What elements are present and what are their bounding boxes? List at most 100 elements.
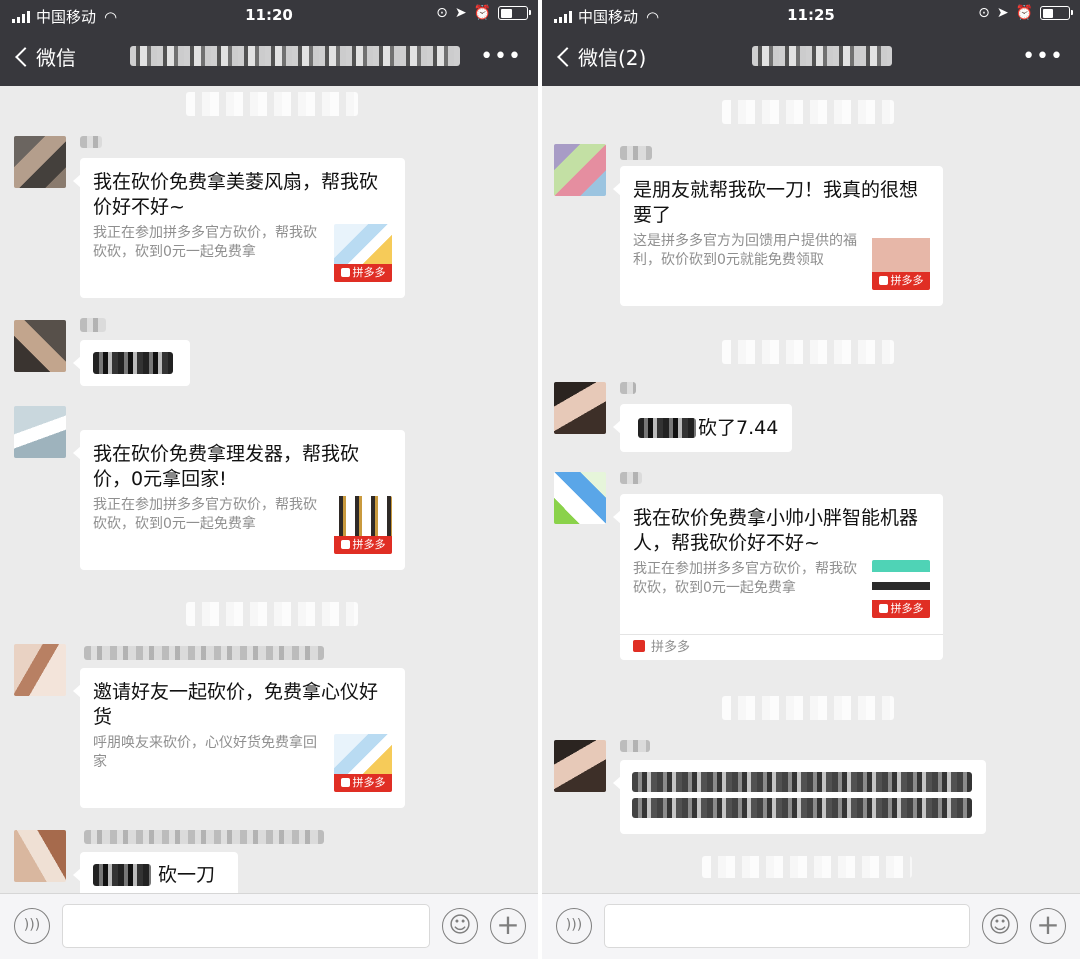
message-input[interactable] [62,904,430,948]
text-message[interactable]: 砍了7.44 [613,404,792,452]
text-message[interactable]: 砍一刀 [73,852,238,898]
back-button[interactable]: 微信 [10,42,76,71]
input-bar: ))) ☺ + [0,893,538,959]
robot-image [872,560,930,600]
message-text: 砍一刀 [158,864,216,886]
chat-title-redacted [130,46,460,66]
share-card[interactable]: 我在砍价免费拿美菱风扇，帮我砍价好不好~ 我正在参加拼多多官方砍价，帮我砍砍砍，… [73,158,405,298]
avatar[interactable] [554,472,606,524]
nav-bar: 微信(2) ••• [542,32,1080,82]
message-text-redacted [93,352,173,374]
hair-clipper-image [334,496,392,536]
card-desc: 呼朋唤友来砍价，心仪好货免费拿回家 [93,735,317,770]
pdd-logo-icon [340,778,350,787]
text-message[interactable] [73,340,190,386]
plus-icon[interactable]: + [490,908,526,944]
emoji-icon[interactable]: ☺ [982,908,1018,944]
card-desc: 这是拼多多官方为回馈用户提供的福利，砍价砍到0元就能免费领取 [633,233,857,268]
card-desc: 我正在参加拼多多官方砍价，帮我砍砍砍，砍到0元一起免费拿 [633,561,857,596]
location-icon: ➤ [454,5,467,21]
share-card[interactable]: 我在砍价免费拿小帅小胖智能机器人，帮我砍价好不好~ 我正在参加拼多多官方砍价，帮… [613,494,943,660]
product-thumbnail: 拼多多 [334,734,392,792]
product-thumbnail: 拼多多 [334,496,392,554]
top-bar: 中国移动 ◠ 11:20 ⊙ ➤ ⏰ 微信 ••• [0,0,538,86]
voice-icon[interactable]: ))) [14,908,50,944]
sender-name-redacted [620,146,652,160]
more-dots-icon[interactable]: ••• [1022,44,1064,69]
pdd-logo-icon [878,604,888,613]
back-label: 微信(2) [578,46,647,70]
avatar[interactable] [14,320,66,372]
voice-icon[interactable]: ))) [556,908,592,944]
avatar[interactable] [14,644,66,696]
pdd-badge: 拼多多 [334,264,392,282]
chat-screen-left: 中国移动 ◠ 11:20 ⊙ ➤ ⏰ 微信 ••• 我在砍价免费拿美菱风扇，帮我… [0,0,538,959]
message-text-redacted [93,864,151,886]
timestamp-redacted [722,100,894,124]
chat-title-redacted [752,46,892,66]
sender-name-redacted [620,740,650,752]
timestamp-redacted [702,856,912,878]
chevron-left-icon [15,46,35,67]
fan-image [334,734,392,774]
emoji-icon[interactable]: ☺ [442,908,478,944]
back-label: 微信 [36,46,76,70]
battery-icon [1040,6,1073,20]
sender-name-redacted [84,830,324,844]
card-title: 邀请好友一起砍价，免费拿心仪好货 [93,681,379,728]
avatar[interactable] [14,136,66,188]
orientation-lock-icon: ⊙ [978,5,990,21]
avatar[interactable] [554,740,606,792]
message-text-redacted [638,418,696,438]
sender-name-redacted [84,646,324,660]
share-card[interactable]: 我在砍价免费拿理发器，帮我砍价，0元拿回家! 我正在参加拼多多官方砍价，帮我砍砍… [73,430,405,570]
pdd-logo-icon [878,276,888,285]
avatar[interactable] [554,144,606,196]
message-text-redacted [632,772,972,792]
orientation-lock-icon: ⊙ [436,5,448,21]
alarm-icon: ⏰ [473,5,491,21]
timestamp-redacted [722,696,894,720]
message-text-redacted [632,798,972,818]
avatar[interactable] [14,830,66,882]
sender-name-redacted [620,382,636,394]
alarm-icon: ⏰ [1015,5,1033,21]
chevron-left-icon [557,46,577,67]
sender-name-redacted [620,472,642,484]
share-card[interactable]: 邀请好友一起砍价，免费拿心仪好货 呼朋唤友来砍价，心仪好货免费拿回家 拼多多 [73,668,405,808]
battery-icon [498,6,531,20]
status-bar: 中国移动 ◠ 11:25 ⊙ ➤ ⏰ [542,0,1080,30]
card-desc: 我正在参加拼多多官方砍价，帮我砍砍砍，砍到0元一起免费拿 [93,225,317,260]
card-title: 我在砍价免费拿理发器，帮我砍价，0元拿回家! [93,443,360,490]
message-input[interactable] [604,904,970,948]
product-thumbnail: 拼多多 [872,560,930,618]
pdd-logo-icon [340,540,350,549]
pdd-badge: 拼多多 [334,536,392,554]
location-icon: ➤ [996,5,1009,21]
pdd-logo-icon [340,268,350,277]
card-title: 我在砍价免费拿美菱风扇，帮我砍价好不好~ [93,171,379,218]
card-title: 我在砍价免费拿小帅小胖智能机器人，帮我砍价好不好~ [633,507,919,554]
pdd-badge: 拼多多 [334,774,392,792]
avatar[interactable] [554,382,606,434]
product-thumbnail: 拼多多 [334,224,392,282]
back-button[interactable]: 微信(2) [552,42,646,71]
input-bar: ))) ☺ + [542,893,1080,959]
share-card[interactable]: 是朋友就帮我砍一刀！我真的很想要了 这是拼多多官方为回馈用户提供的福利，砍价砍到… [613,166,943,306]
nav-bar: 微信 ••• [0,32,538,82]
product-thumbnail: 拼多多 [872,232,930,290]
top-bar: 中国移动 ◠ 11:25 ⊙ ➤ ⏰ 微信(2) ••• [542,0,1080,86]
plus-icon[interactable]: + [1030,908,1066,944]
text-message[interactable] [613,760,986,834]
suitcase-image [872,232,930,272]
avatar[interactable] [14,406,66,458]
chat-screen-right: 中国移动 ◠ 11:25 ⊙ ➤ ⏰ 微信(2) ••• 是朋友就帮我砍一刀！我… [542,0,1080,959]
message-text: 砍了7.44 [698,417,779,439]
more-dots-icon[interactable]: ••• [480,44,522,69]
status-bar: 中国移动 ◠ 11:20 ⊙ ➤ ⏰ [0,0,538,30]
timestamp-redacted [722,340,894,364]
sender-name-redacted [80,136,102,148]
card-desc: 我正在参加拼多多官方砍价，帮我砍砍砍，砍到0元一起免费拿 [93,497,317,532]
sender-name-redacted [80,318,106,332]
card-title: 是朋友就帮我砍一刀！我真的很想要了 [633,179,919,226]
